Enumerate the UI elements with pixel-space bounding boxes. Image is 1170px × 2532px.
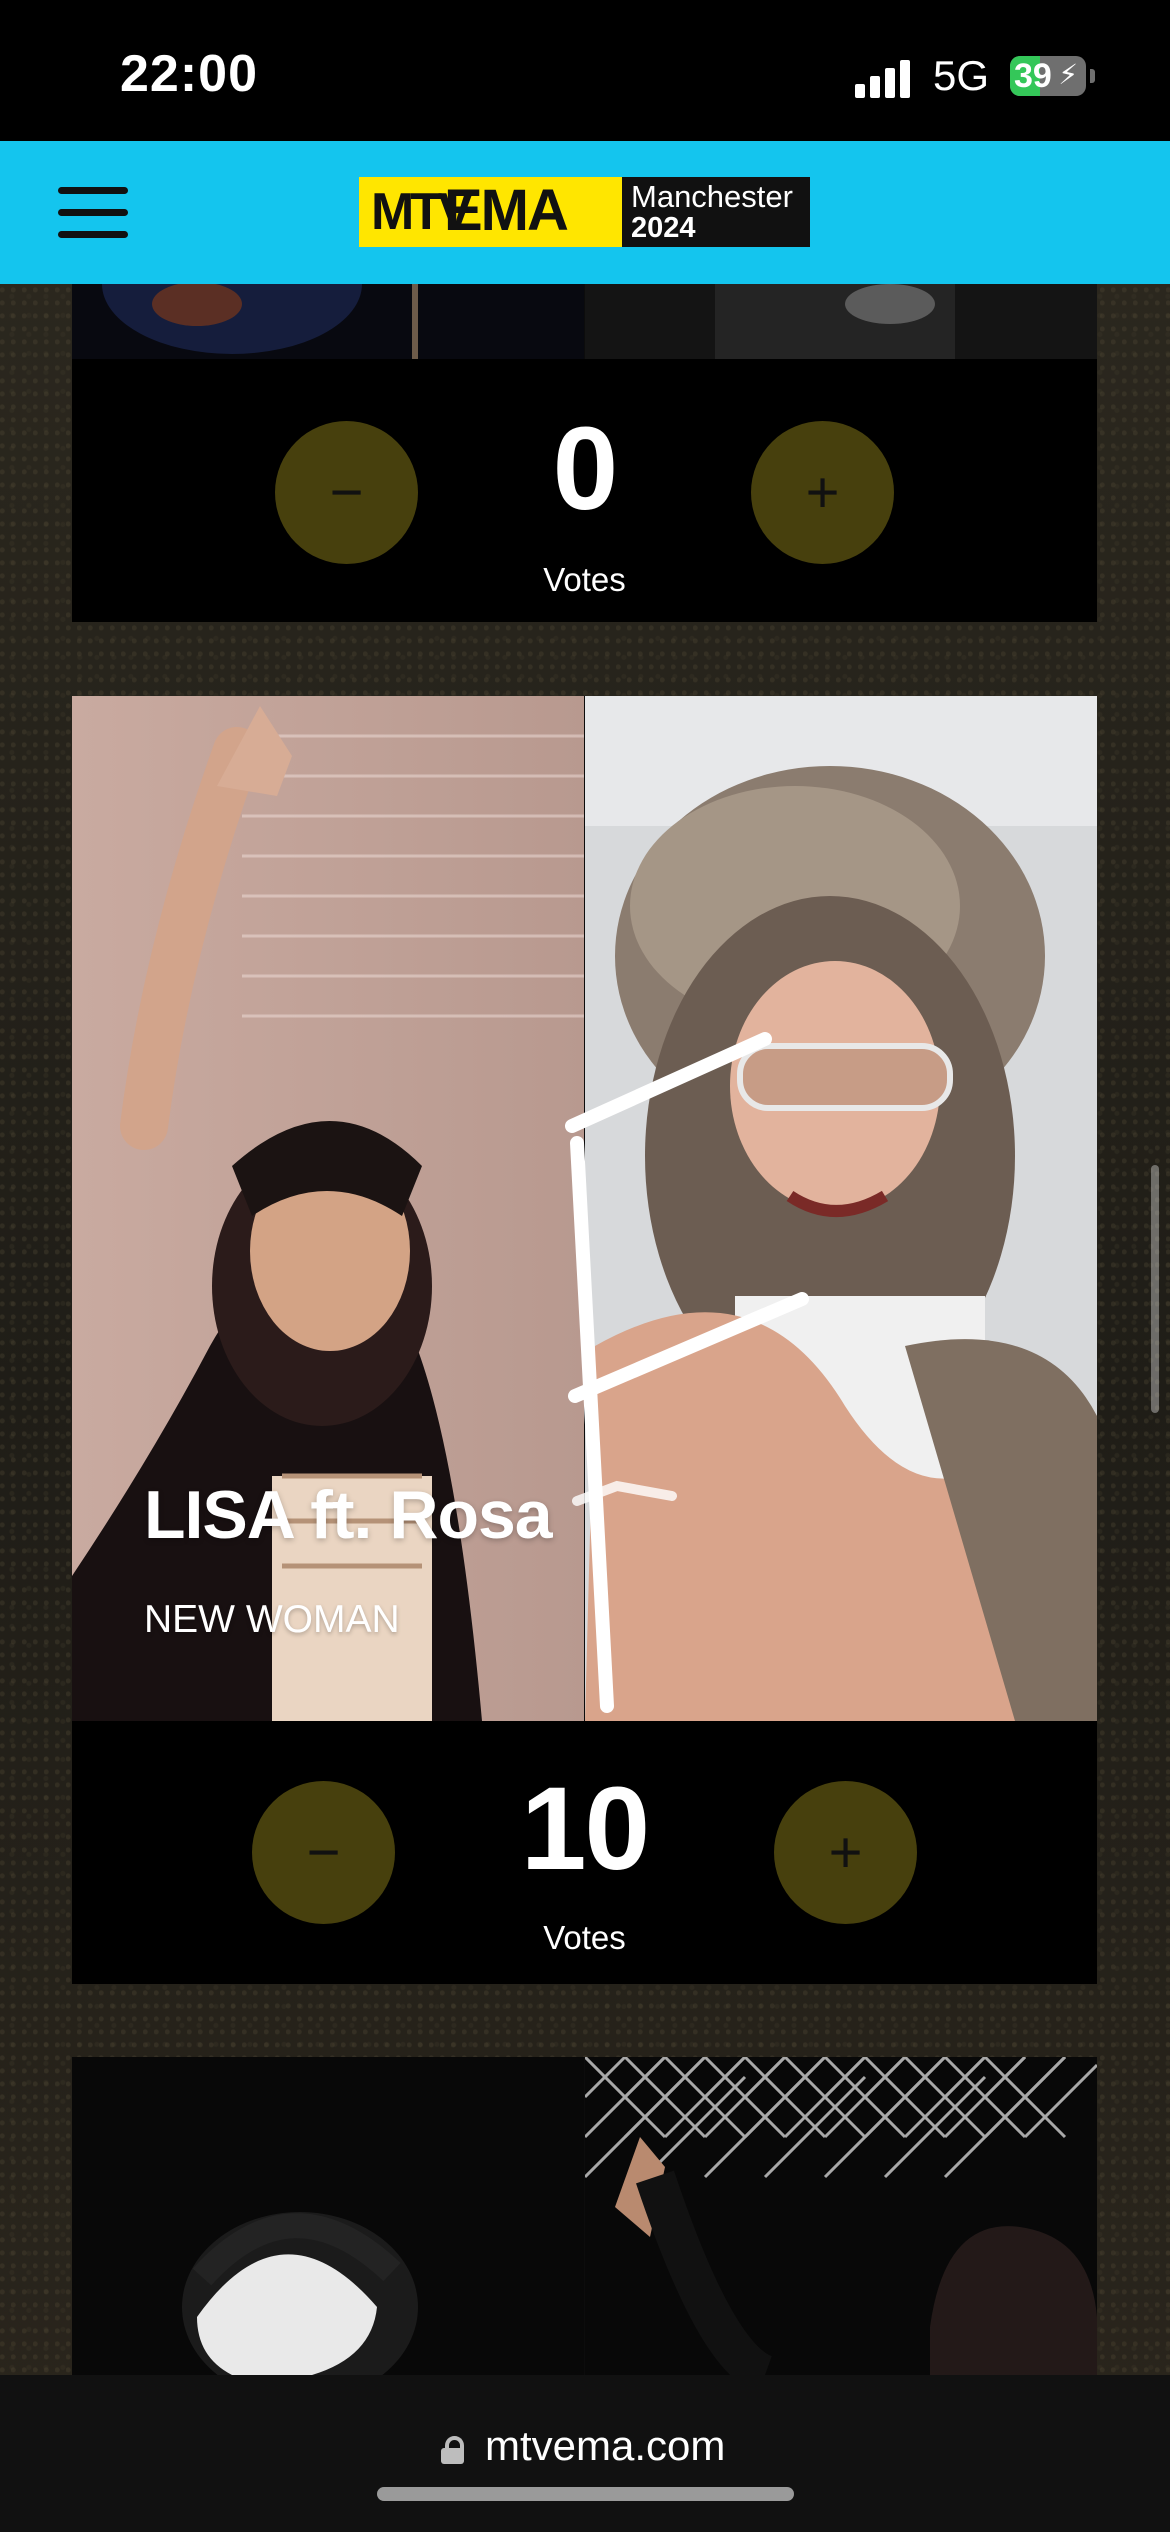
vote-count: 0 bbox=[552, 403, 619, 535]
nominee-card-image-previous[interactable] bbox=[72, 284, 1097, 359]
nominee-photo-right bbox=[585, 284, 1097, 359]
home-indicator[interactable] bbox=[377, 2487, 794, 2501]
site-header: MTV EMA Manchester 2024 bbox=[0, 141, 1170, 284]
menu-line-bottom bbox=[58, 231, 128, 238]
nominee-photo-left-svg bbox=[72, 2057, 584, 2375]
nominee-photo-right bbox=[585, 2057, 1097, 2375]
increase-vote-button[interactable]: + bbox=[751, 421, 894, 564]
nominee-title: LISA ft. Rosa bbox=[144, 1477, 553, 1553]
nominee-photo-left-svg bbox=[72, 284, 584, 359]
votes-label: Votes bbox=[543, 1919, 626, 1956]
nominee-photo-right-svg bbox=[585, 284, 1097, 359]
battery-percent: 39 bbox=[1014, 57, 1052, 95]
vote-count: 10 bbox=[520, 1763, 650, 1895]
mtv-ema-voting-page: 22:00 5G 39 ⚡ MTV EMA Manchester 2024 − … bbox=[0, 0, 1170, 2532]
status-time: 22:00 bbox=[120, 45, 258, 103]
vote-panel: − 0 Votes + bbox=[72, 359, 1097, 622]
nominee-card-image[interactable]: LISA ft. Rosa NEW WOMAN bbox=[72, 696, 1097, 1721]
status-bar: 22:00 5G 39 ⚡ bbox=[0, 0, 1170, 141]
nominee-card-image-next[interactable] bbox=[72, 2057, 1097, 2375]
browser-address-bar[interactable]: mtvema.com bbox=[0, 2375, 1170, 2532]
page-scrollbar[interactable] bbox=[1151, 1165, 1159, 1413]
menu-line-top bbox=[58, 187, 128, 194]
battery-cap bbox=[1090, 69, 1095, 83]
vote-panel: − 10 Votes + bbox=[72, 1721, 1097, 1984]
nominee-photo-left bbox=[72, 284, 584, 359]
lock-icon bbox=[441, 2436, 464, 2464]
song-title: NEW WOMAN bbox=[144, 1598, 400, 1641]
hamburger-menu-button[interactable] bbox=[58, 187, 128, 239]
nominee-photo-right-svg bbox=[585, 2057, 1097, 2375]
lock-body bbox=[441, 2448, 464, 2464]
charging-bolt-icon: ⚡ bbox=[1058, 59, 1078, 90]
logo-city: Manchester bbox=[631, 179, 793, 214]
votes-label: Votes bbox=[543, 561, 626, 598]
logo-year: 2024 bbox=[631, 212, 696, 244]
battery-icon: 39 ⚡ bbox=[1010, 56, 1086, 96]
network-type: 5G bbox=[933, 52, 990, 99]
increase-vote-button[interactable]: + bbox=[774, 1781, 917, 1924]
menu-line-middle bbox=[58, 209, 128, 216]
mtv-ema-logo[interactable]: MTV EMA Manchester 2024 bbox=[359, 177, 810, 247]
cellular-signal-icon bbox=[855, 58, 915, 98]
url-text[interactable]: mtvema.com bbox=[485, 2422, 725, 2470]
nominee-photo-left bbox=[72, 2057, 584, 2375]
doodle-overlay bbox=[565, 1032, 809, 1713]
logo-ema-text: EMA bbox=[444, 178, 569, 243]
